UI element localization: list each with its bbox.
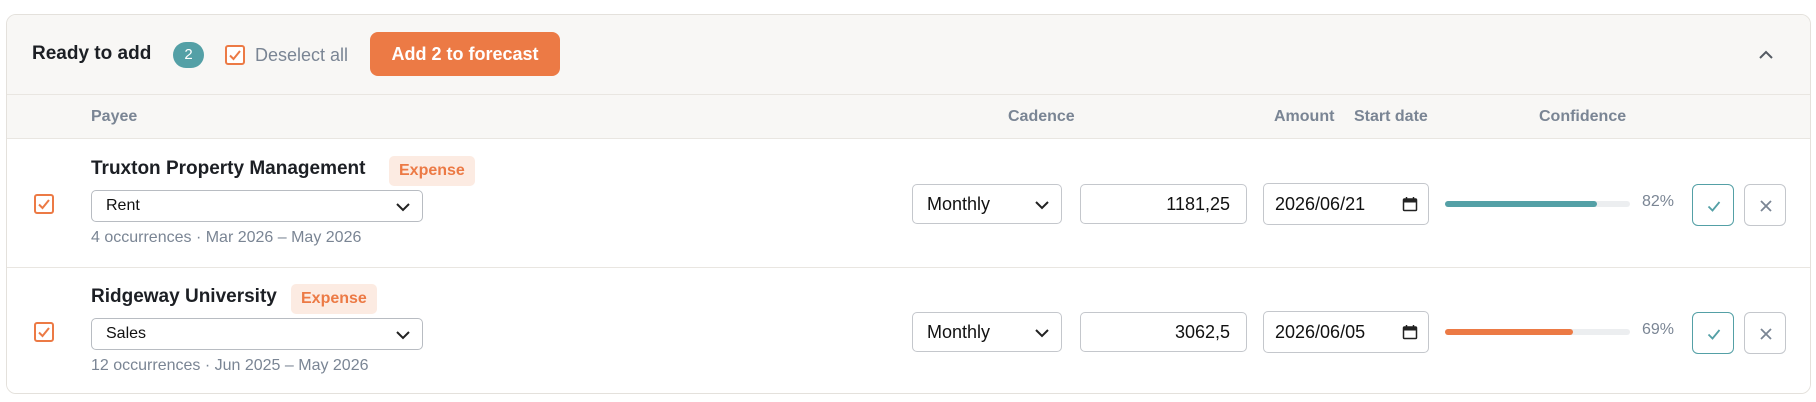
add-to-forecast-button[interactable]: Add 2 to forecast [370,32,560,76]
column-header-start-date: Start date [1354,108,1428,125]
chevron-down-icon [1035,201,1049,210]
close-icon [1760,200,1772,212]
payee-name: Ridgeway University [91,286,277,307]
count-badge: 2 [173,42,204,68]
check-icon [1707,329,1721,340]
row-checkbox[interactable] [34,194,54,214]
category-select[interactable]: Sales [91,318,423,350]
reject-button[interactable] [1744,312,1786,354]
chevron-up-icon[interactable] [1756,45,1776,65]
table-header: Payee Cadence Amount Start date Confiden… [7,95,1810,139]
check-icon [1707,201,1721,212]
type-badge: Expense [291,284,377,314]
checked-checkbox-icon [225,45,245,65]
cadence-value: Monthly [927,194,991,214]
occurrences-text: 4 occurrences · Mar 2026 – May 2026 [91,229,362,246]
type-badge: Expense [389,156,475,186]
start-date-value: 2026/06/05 [1275,322,1366,342]
deselect-all-label: Deselect all [255,44,349,65]
amount-input[interactable]: 3062,5 [1080,312,1247,352]
row-checkbox[interactable] [34,322,54,342]
start-date-input[interactable]: 2026/06/05 [1263,311,1429,353]
confidence-percent: 69% [1642,321,1675,338]
amount-input[interactable]: 1181,25 [1080,184,1247,224]
start-date-value: 2026/06/21 [1275,194,1366,214]
reject-button[interactable] [1744,184,1786,226]
panel-title: Ready to add [32,43,152,64]
accept-button[interactable] [1692,312,1734,354]
column-header-amount: Amount [1274,108,1335,125]
cadence-select[interactable]: Monthly [912,312,1062,352]
occurrences-text: 12 occurrences · Jun 2025 – May 2026 [91,357,369,374]
category-value: Rent [106,197,140,214]
table-row: Truxton Property Management Expense Rent… [7,140,1810,268]
calendar-icon[interactable] [1402,196,1418,212]
ready-to-add-panel: Ready to add 2 Deselect all Add 2 to for… [6,14,1811,394]
column-header-cadence: Cadence [1008,108,1075,125]
confidence-bar [1445,329,1630,335]
calendar-icon[interactable] [1402,324,1418,340]
close-icon [1760,328,1772,340]
confidence-percent: 82% [1642,193,1675,210]
start-date-input[interactable]: 2026/06/21 [1263,183,1429,225]
confidence-bar-fill [1445,329,1573,335]
panel-header: Ready to add 2 Deselect all Add 2 to for… [7,15,1810,95]
chevron-down-icon [1035,329,1049,338]
chevron-down-icon [396,331,410,340]
cadence-select[interactable]: Monthly [912,184,1062,224]
payee-name: Truxton Property Management [91,158,366,179]
accept-button[interactable] [1692,184,1734,226]
deselect-all-button[interactable]: Deselect all [225,41,348,69]
cadence-value: Monthly [927,322,991,342]
column-header-confidence: Confidence [1539,108,1627,125]
category-select[interactable]: Rent [91,190,423,222]
chevron-down-icon [396,203,410,212]
confidence-bar-fill [1445,201,1597,207]
category-value: Sales [106,325,147,342]
confidence-bar [1445,201,1630,207]
column-header-payee: Payee [91,108,138,125]
table-row: Ridgeway University Expense Sales 12 occ… [7,268,1810,393]
